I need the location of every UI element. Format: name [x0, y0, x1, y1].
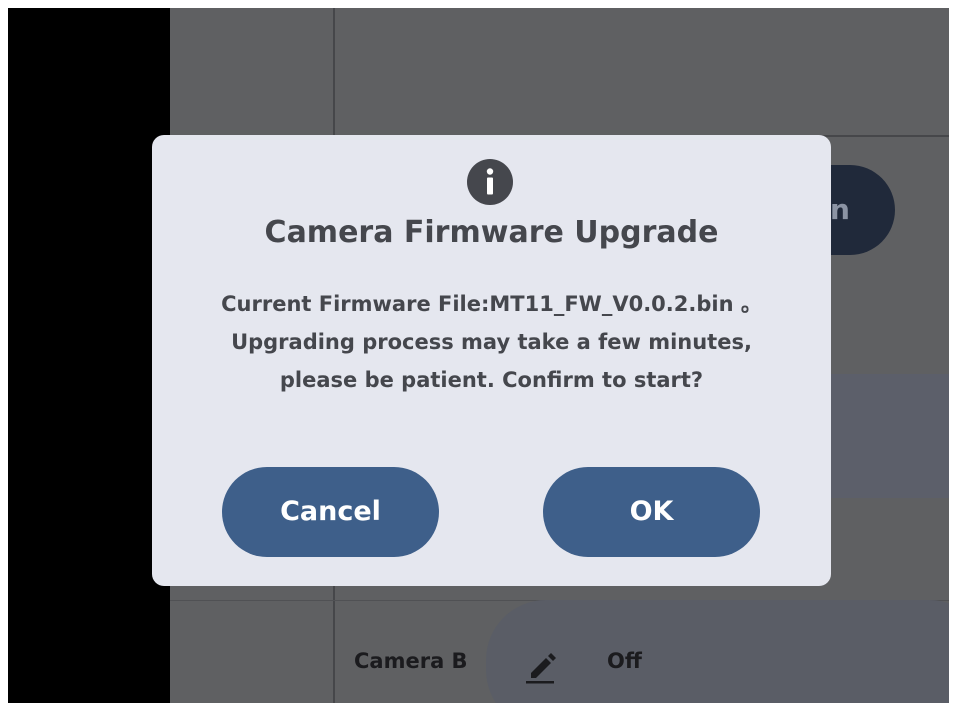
info-icon [467, 159, 513, 205]
left-black-region [8, 8, 170, 703]
cancel-button[interactable]: Cancel [222, 467, 439, 557]
dialog-title: Camera Firmware Upgrade [264, 215, 719, 250]
camera-b-label: Camera B [354, 649, 468, 673]
dialog-message: Current Firmware File:MT11_FW_V0.0.2.bin… [162, 285, 821, 399]
message-line-2: Upgrading process may take a few minutes… [231, 330, 752, 354]
message-line-3: please be patient. Confirm to start? [279, 368, 704, 392]
message-line-1: Current Firmware File:MT11_FW_V0.0.2.bin… [221, 292, 762, 316]
firmware-upgrade-dialog: Camera Firmware Upgrade Current Firmware… [152, 135, 831, 586]
ok-button[interactable]: OK [543, 467, 760, 557]
pencil-icon[interactable] [523, 645, 557, 685]
camera-b-status: Off [607, 649, 642, 673]
screen: n Camera B Off Camera Firmware Upgrade C… [8, 8, 949, 703]
